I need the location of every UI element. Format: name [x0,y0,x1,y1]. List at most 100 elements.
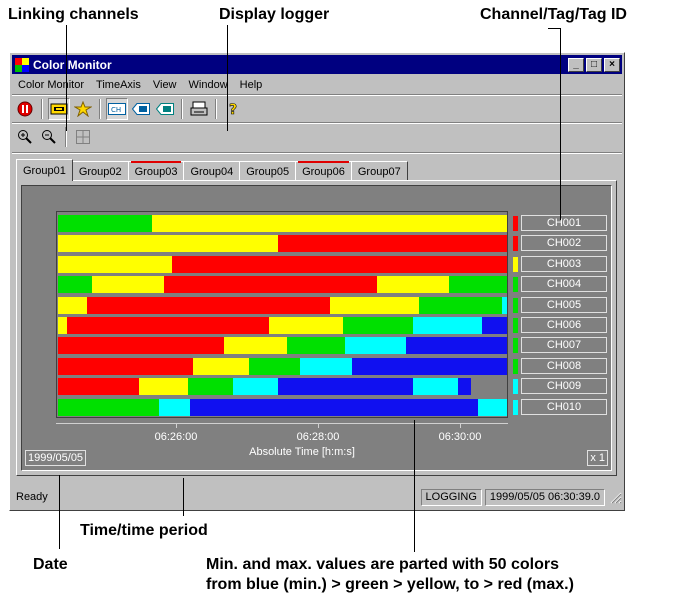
channel-label-ch008[interactable]: CH008 [521,357,607,374]
color-segment [58,378,139,396]
color-segment [58,398,160,416]
channel-label-ch001[interactable]: CH001 [521,215,607,231]
channel-label-ch002[interactable]: CH002 [521,235,607,252]
time-tick [318,423,319,428]
current-color-indicator [513,216,518,231]
tag-icon[interactable] [130,98,152,120]
color-segment [172,255,507,273]
tab-group05[interactable]: Group05 [239,161,297,181]
main-toolbar: CH ? [14,96,244,122]
svg-text:CH: CH [111,106,121,114]
color-segment [91,276,164,294]
callout-time-period: Time/time period [80,522,208,539]
color-segment [58,296,88,314]
grid-icon[interactable] [72,126,94,148]
color-segment [87,296,330,314]
channel-label-ch007[interactable]: CH007 [521,337,607,354]
resize-grip-icon[interactable] [608,490,622,504]
stop-icon[interactable] [14,98,36,120]
zoom-toolbar [14,124,94,150]
current-color-indicator [513,256,518,272]
leader-linking [66,25,67,131]
current-color-indicator [513,399,518,415]
color-segment [188,378,234,396]
color-segment [278,235,507,253]
zoom-factor[interactable]: x 1 [587,450,608,466]
color-monitor-plot: 06:26:00 06:28:00 06:30:00 Absolute Time… [21,185,612,471]
color-segment [286,337,346,355]
time-axis-title: Absolute Time [h:m:s] [249,446,355,458]
callout-minmax-2: from blue (min.) > green > yellow, to > … [206,576,574,593]
tab-group04[interactable]: Group04 [183,161,241,181]
leader-logger [227,25,228,131]
channel-label-ch009[interactable]: CH009 [521,378,607,395]
channel-bar-ch010 [58,398,507,416]
color-segment [159,398,191,416]
menu-color-monitor[interactable]: Color Monitor [12,79,90,91]
leader-date [59,475,60,549]
leader-minmax [414,420,415,552]
color-segment [58,276,92,294]
zoom-in-icon[interactable] [14,126,36,148]
close-button[interactable]: × [604,57,620,72]
color-segment [412,378,458,396]
channel-bar-ch009 [58,378,507,396]
title-bar[interactable]: Color Monitor _ □ × [12,55,622,74]
color-segment [343,317,413,334]
color-segment [277,378,413,396]
channel-label-ch006[interactable]: CH006 [521,317,607,333]
color-segment [477,398,507,416]
app-icon [15,57,29,72]
color-segment [405,337,507,355]
color-segment [448,276,507,294]
color-segment [345,337,406,355]
callout-linking-channels: Linking channels [8,6,139,23]
time-tick [460,423,461,428]
tab-group06[interactable]: Group06 [295,161,352,181]
channel-bar-ch004 [58,276,507,294]
ch-icon[interactable]: CH [106,98,128,120]
menu-window[interactable]: Window [183,79,234,91]
channel-label-ch010[interactable]: CH010 [521,398,607,415]
callout-display-logger: Display logger [219,6,330,23]
time-tick-label: 06:26:00 [154,431,198,443]
tagid-icon[interactable] [154,98,176,120]
color-segment [482,317,507,334]
channel-bar-ch007 [58,337,507,355]
channel-label-ch005[interactable]: CH005 [521,296,607,313]
maximize-button[interactable]: □ [586,57,602,72]
tab-group03[interactable]: Group03 [127,161,185,181]
status-logging: LOGGING [420,488,482,506]
help-icon[interactable]: ? [222,98,244,120]
current-color-indicator [513,338,518,354]
logger-icon[interactable] [188,98,210,120]
menu-help[interactable]: Help [234,79,269,91]
leader-time [183,478,184,516]
color-segment [58,357,193,375]
color-segment [163,276,377,294]
tab-group01[interactable]: Group01 [16,159,73,181]
color-monitor-window: Color Monitor _ □ × Color Monitor TimeAx… [9,52,625,511]
current-color-indicator [513,379,518,395]
menu-timeaxis[interactable]: TimeAxis [90,79,147,91]
group-panel: 06:26:00 06:28:00 06:30:00 Absolute Time… [16,180,617,476]
menu-view[interactable]: View [147,79,183,91]
minimize-button[interactable]: _ [568,57,584,72]
status-timestamp: 1999/05/05 06:30:39.0 [484,488,605,506]
date-display: 1999/05/05 [25,450,87,466]
tab-group07[interactable]: Group07 [350,161,408,181]
status-ready: Ready [16,491,48,503]
window-title: Color Monitor [33,57,112,72]
color-segment [152,215,507,232]
color-segment [58,215,153,232]
color-segment [300,357,353,375]
color-segment [269,317,344,334]
channel-bar-ch006 [58,317,507,334]
channel-label-ch003[interactable]: CH003 [521,255,607,272]
toolbar-separator-2 [12,122,622,124]
channel-bar-ch005 [58,296,507,314]
tab-group02[interactable]: Group02 [71,161,129,181]
star-icon[interactable] [72,98,94,120]
channel-label-ch004[interactable]: CH004 [521,276,607,293]
zoom-out-icon[interactable] [38,126,60,148]
